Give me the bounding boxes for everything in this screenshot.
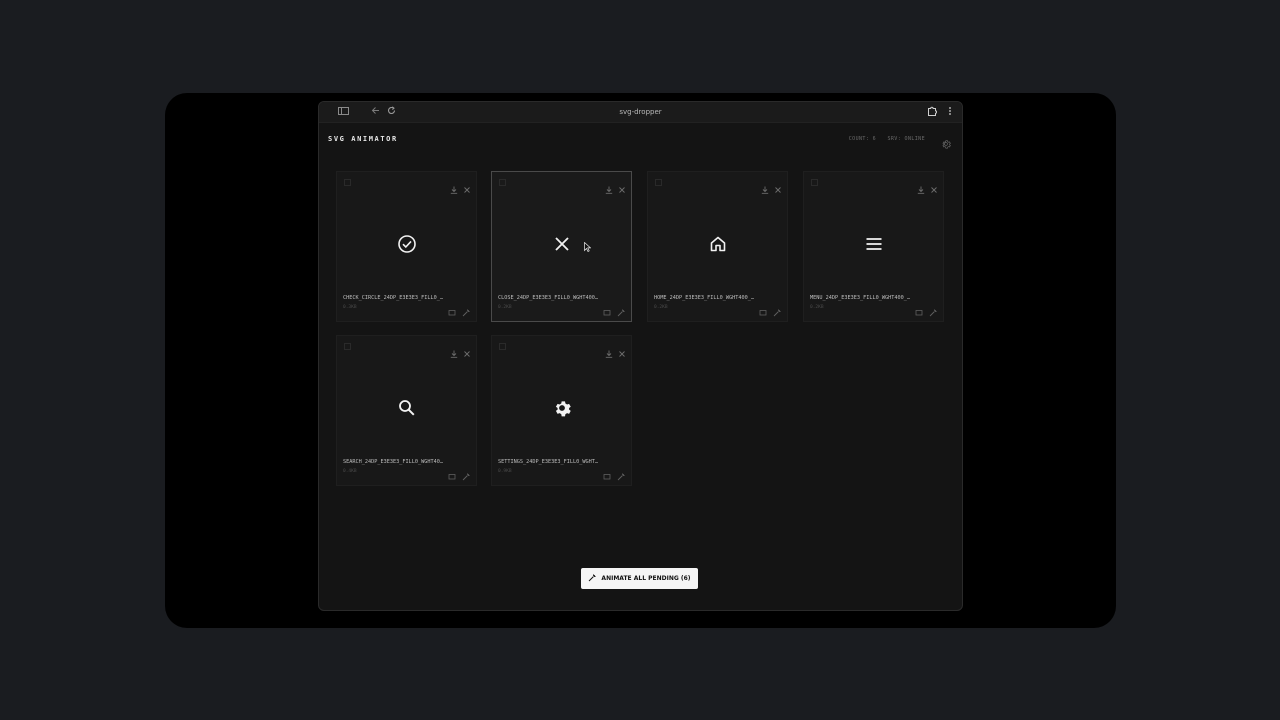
close-icon xyxy=(552,234,572,254)
animate-all-button[interactable]: ANIMATE ALL PENDING (6) xyxy=(581,568,698,589)
settings-icon xyxy=(552,398,572,418)
close-icon[interactable] xyxy=(463,179,471,193)
file-size: 0.4KB xyxy=(343,469,357,474)
select-checkbox[interactable] xyxy=(499,343,506,350)
svg-card[interactable]: CLOSE_24DP_E3E3E3_FILL0_WGHT400_GRAD0_OP… xyxy=(491,171,632,322)
search-icon xyxy=(397,398,417,418)
magic-wand-icon[interactable] xyxy=(462,466,470,481)
file-name: HOME_24DP_E3E3E3_FILL0_WGHT400_GRAD0_OPS… xyxy=(654,295,756,301)
comment-icon[interactable] xyxy=(759,302,767,316)
close-icon[interactable] xyxy=(618,343,626,357)
comment-icon[interactable] xyxy=(448,466,456,480)
file-name: CLOSE_24DP_E3E3E3_FILL0_WGHT400_GRAD0_OP… xyxy=(498,295,600,301)
file-name: CHECK_CIRCLE_24DP_E3E3E3_FILL0_WGHT400_G… xyxy=(343,295,445,301)
count-label: COUNT: 6 xyxy=(848,136,877,142)
window-title: svg-dropper xyxy=(619,108,662,116)
close-icon[interactable] xyxy=(463,343,471,357)
file-name: MENU_24DP_E3E3E3_FILL0_WGHT400_GRAD0_OPS… xyxy=(810,295,912,301)
select-checkbox[interactable] xyxy=(344,179,351,186)
server-status: SRV: ONLINE xyxy=(887,136,925,142)
animate-all-label: ANIMATE ALL PENDING (6) xyxy=(601,575,691,582)
svg-card[interactable]: SETTINGS_24DP_E3E3E3_FILL0_WGHT400_GRAD0… xyxy=(491,335,632,486)
comment-icon[interactable] xyxy=(603,466,611,480)
svg-card[interactable]: CHECK_CIRCLE_24DP_E3E3E3_FILL0_WGHT400_G… xyxy=(336,171,477,322)
magic-wand-icon[interactable] xyxy=(773,302,781,317)
close-icon[interactable] xyxy=(774,179,782,193)
select-checkbox[interactable] xyxy=(811,179,818,186)
more-menu-icon[interactable] xyxy=(944,106,956,118)
check-circle-icon xyxy=(397,234,417,254)
download-icon[interactable] xyxy=(917,179,925,194)
file-size: 0.3KB xyxy=(343,305,357,310)
mouse-cursor-icon xyxy=(584,242,591,252)
title-bar: svg-dropper xyxy=(319,102,962,123)
magic-wand-icon xyxy=(588,574,596,584)
download-icon[interactable] xyxy=(605,179,613,194)
magic-wand-icon[interactable] xyxy=(617,466,625,481)
comment-icon[interactable] xyxy=(603,302,611,316)
select-checkbox[interactable] xyxy=(655,179,662,186)
comment-icon[interactable] xyxy=(915,302,923,316)
select-checkbox[interactable] xyxy=(499,179,506,186)
select-checkbox[interactable] xyxy=(344,343,351,350)
download-icon[interactable] xyxy=(450,343,458,358)
close-icon[interactable] xyxy=(930,179,938,193)
home-icon xyxy=(708,234,728,254)
magic-wand-icon[interactable] xyxy=(929,302,937,317)
file-size: 0.9KB xyxy=(498,469,512,474)
close-icon[interactable] xyxy=(618,179,626,193)
settings-icon[interactable] xyxy=(941,134,951,149)
svg-card[interactable]: MENU_24DP_E3E3E3_FILL0_WGHT400_GRAD0_OPS… xyxy=(803,171,944,322)
file-size: 0.2KB xyxy=(498,305,512,310)
svg-card[interactable]: SEARCH_24DP_E3E3E3_FILL0_WGHT400_GRAD0_O… xyxy=(336,335,477,486)
magic-wand-icon[interactable] xyxy=(462,302,470,317)
status-bar: COUNT: 6 SRV: ONLINE xyxy=(841,136,925,142)
svg-card[interactable]: HOME_24DP_E3E3E3_FILL0_WGHT400_GRAD0_OPS… xyxy=(647,171,788,322)
menu-icon xyxy=(864,234,884,254)
download-icon[interactable] xyxy=(605,343,613,358)
file-name: SETTINGS_24DP_E3E3E3_FILL0_WGHT400_GRAD0… xyxy=(498,459,600,465)
download-icon[interactable] xyxy=(450,179,458,194)
comment-icon[interactable] xyxy=(448,302,456,316)
extensions-icon[interactable] xyxy=(926,106,938,118)
file-name: SEARCH_24DP_E3E3E3_FILL0_WGHT400_GRAD0_O… xyxy=(343,459,445,465)
app-title: SVG ANIMATOR xyxy=(328,135,398,143)
file-size: 0.2KB xyxy=(654,305,668,310)
magic-wand-icon[interactable] xyxy=(617,302,625,317)
download-icon[interactable] xyxy=(761,179,769,194)
file-size: 0.2KB xyxy=(810,305,824,310)
